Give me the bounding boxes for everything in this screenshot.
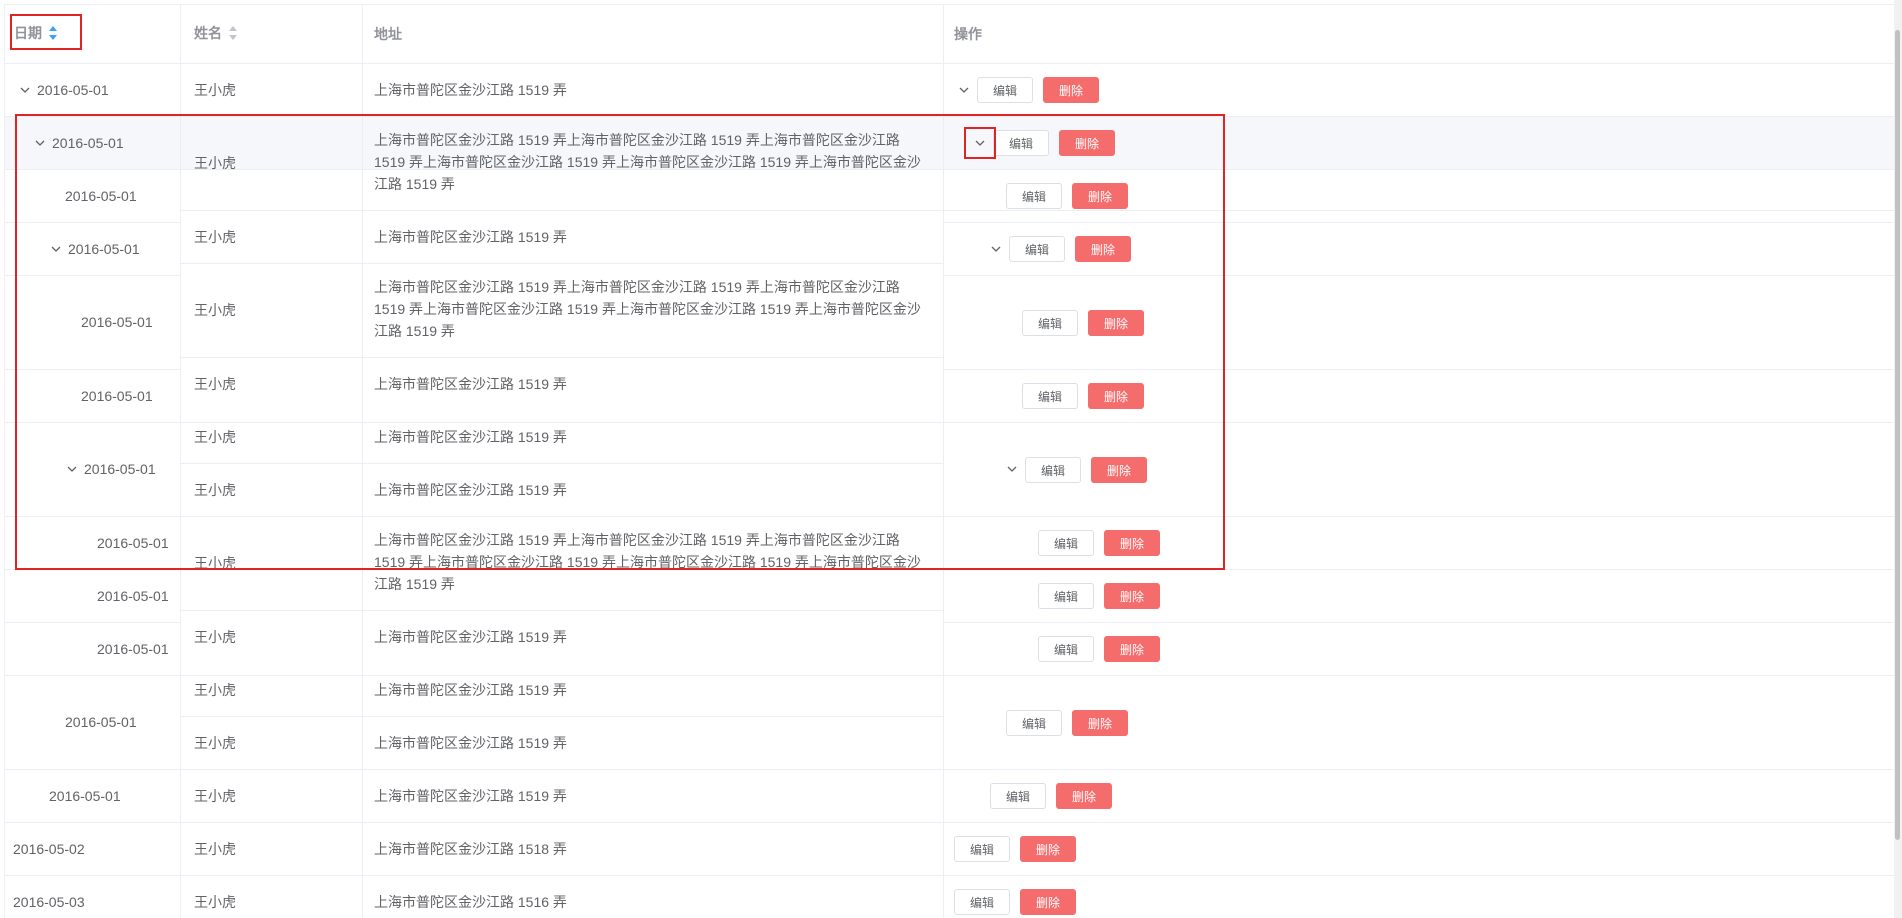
header-bottom-border [4, 63, 1894, 64]
vertical-scrollbar-thumb[interactable] [1895, 30, 1900, 840]
delete-button[interactable]: 删除 [1072, 710, 1128, 736]
name-cell: 王小虎 [194, 682, 236, 698]
date-cell: 2016-05-01 [97, 588, 169, 604]
address-cell: 上海市普陀区金沙江路 1519 弄 [374, 82, 567, 98]
date-cell: 2016-05-03 [13, 894, 85, 910]
delete-button[interactable]: 删除 [1104, 636, 1160, 662]
sort-caret-icon[interactable] [228, 25, 238, 41]
address-cell: 上海市普陀区金沙江路 1518 弄 [374, 841, 567, 857]
highlight-box-expanded-rows [15, 114, 1225, 570]
highlight-box-date-header [10, 14, 82, 50]
date-cell: 2016-05-01 [49, 788, 121, 804]
row-border [4, 622, 180, 623]
name-cell: 王小虎 [194, 82, 236, 98]
delete-button[interactable]: 删除 [1056, 783, 1112, 809]
table-left-border [4, 4, 5, 918]
row-border [4, 822, 1894, 823]
highlight-box-expand-toggle [964, 127, 996, 159]
row-border [4, 769, 1894, 770]
header-name[interactable]: 姓名 [194, 23, 222, 43]
edit-button[interactable]: 编辑 [1038, 583, 1094, 609]
address-cell: 上海市普陀区金沙江路 1519 弄 [374, 788, 567, 804]
edit-button[interactable]: 编辑 [990, 783, 1046, 809]
row-border [180, 716, 943, 717]
row-border [4, 675, 1894, 676]
edit-button[interactable]: 编辑 [1006, 710, 1062, 736]
name-cell: 王小虎 [194, 788, 236, 804]
edit-button[interactable]: 编辑 [954, 889, 1010, 915]
chevron-down-icon[interactable] [19, 84, 31, 96]
delete-button[interactable]: 删除 [1043, 77, 1099, 103]
date-cell: 2016-05-01 [97, 641, 169, 657]
table-top-border [4, 4, 1894, 5]
row-border [943, 622, 1894, 623]
name-cell: 王小虎 [194, 629, 236, 645]
header-address: 地址 [374, 26, 402, 42]
delete-button[interactable]: 删除 [1104, 583, 1160, 609]
address-cell: 上海市普陀区金沙江路 1519 弄 [374, 735, 567, 751]
name-cell: 王小虎 [194, 735, 236, 751]
date-cell: 2016-05-02 [13, 841, 85, 857]
row-border [4, 875, 1894, 876]
edit-button[interactable]: 编辑 [954, 836, 1010, 862]
header-actions: 操作 [954, 26, 982, 42]
name-cell: 王小虎 [194, 894, 236, 910]
name-cell: 王小虎 [194, 841, 236, 857]
address-cell: 上海市普陀区金沙江路 1519 弄 [374, 629, 567, 645]
edit-button[interactable]: 编辑 [1038, 636, 1094, 662]
edit-button[interactable]: 编辑 [977, 77, 1033, 103]
date-cell: 2016-05-01 [65, 714, 137, 730]
date-cell: 2016-05-01 [37, 82, 109, 98]
address-cell: 上海市普陀区金沙江路 1519 弄 [374, 682, 567, 698]
chevron-down-icon[interactable] [958, 84, 970, 96]
address-cell: 上海市普陀区金沙江路 1516 弄 [374, 894, 567, 910]
row-border [180, 610, 943, 611]
delete-button[interactable]: 删除 [1020, 836, 1076, 862]
delete-button[interactable]: 删除 [1020, 889, 1076, 915]
